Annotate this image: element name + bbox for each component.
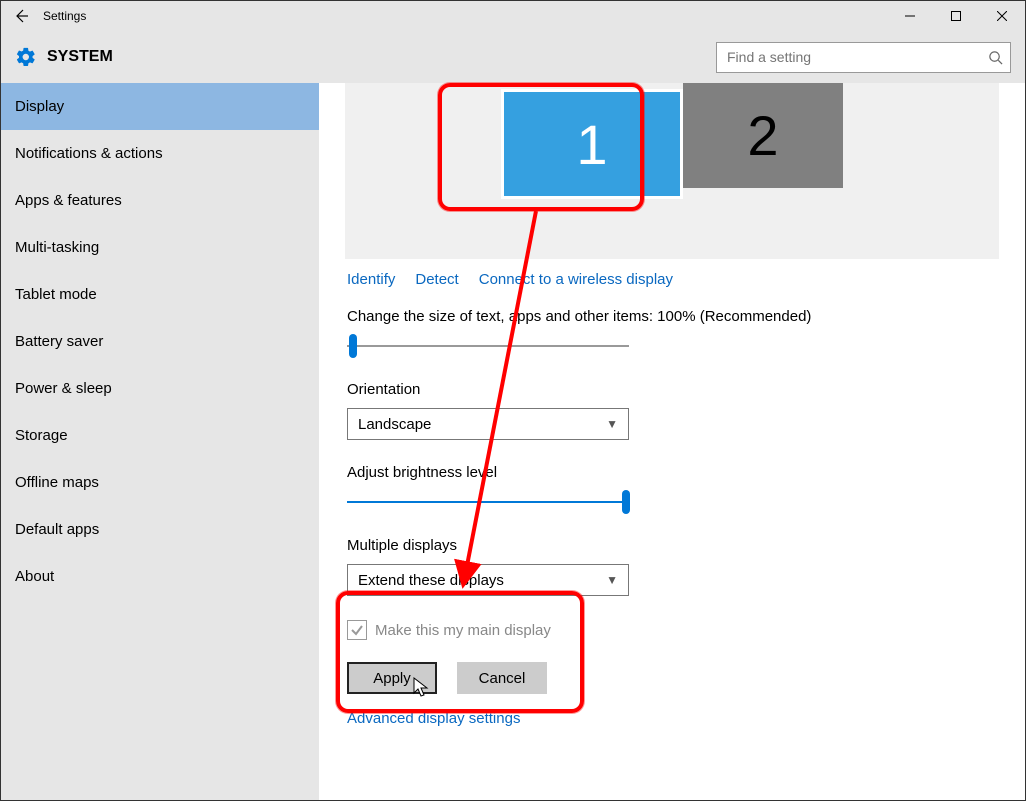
sidebar-item-apps[interactable]: Apps & features (1, 177, 319, 224)
sidebar-item-label: Display (15, 98, 64, 115)
multiple-displays-value: Extend these displays (358, 572, 504, 589)
close-button[interactable] (979, 1, 1025, 31)
sidebar-item-notifications[interactable]: Notifications & actions (1, 130, 319, 177)
sidebar-item-label: Multi-tasking (15, 239, 99, 256)
back-arrow-icon (13, 8, 29, 24)
chevron-down-icon: ▼ (606, 573, 618, 587)
gear-icon (15, 46, 37, 68)
content-scroll[interactable]: 1 2 Identify Detect Connect to a wireles… (319, 83, 1025, 800)
sidebar-item-defaultapps[interactable]: Default apps (1, 506, 319, 553)
sidebar-item-label: Apps & features (15, 192, 122, 209)
window-title: Settings (43, 9, 86, 23)
body: Display Notifications & actions Apps & f… (1, 83, 1025, 800)
sidebar-item-label: Storage (15, 427, 68, 444)
scale-slider-thumb[interactable] (349, 334, 357, 358)
sidebar-item-about[interactable]: About (1, 553, 319, 600)
display-links: Identify Detect Connect to a wireless di… (347, 271, 997, 288)
brightness-slider[interactable] (347, 491, 629, 513)
sidebar-item-label: Notifications & actions (15, 145, 163, 162)
monitor-1[interactable]: 1 (501, 89, 683, 199)
advanced-display-link[interactable]: Advanced display settings (347, 710, 997, 727)
chevron-down-icon: ▼ (606, 417, 618, 431)
header-bar: SYSTEM (1, 31, 1025, 83)
brightness-slider-thumb[interactable] (622, 490, 630, 514)
main-display-checkbox[interactable] (347, 620, 367, 640)
sidebar-item-battery[interactable]: Battery saver (1, 318, 319, 365)
main-display-label: Make this my main display (375, 622, 551, 639)
sidebar-item-multitasking[interactable]: Multi-tasking (1, 224, 319, 271)
scale-slider[interactable] (347, 335, 629, 357)
apply-button[interactable]: Apply (347, 662, 437, 694)
back-button[interactable] (7, 2, 35, 30)
multiple-displays-select[interactable]: Extend these displays ▼ (347, 564, 629, 596)
system-heading: SYSTEM (47, 48, 113, 66)
identify-link[interactable]: Identify (347, 271, 395, 288)
settings-window: Settings SYSTEM (0, 0, 1026, 801)
sidebar: Display Notifications & actions Apps & f… (1, 83, 319, 800)
main-display-row: Make this my main display (347, 620, 997, 640)
apply-cancel-row: Apply Cancel (347, 662, 997, 694)
orientation-select[interactable]: Landscape ▼ (347, 408, 629, 440)
titlebar: Settings (1, 1, 1025, 31)
detect-link[interactable]: Detect (415, 271, 458, 288)
search-box[interactable] (716, 42, 1011, 73)
sidebar-item-display[interactable]: Display (1, 83, 319, 130)
wireless-display-link[interactable]: Connect to a wireless display (479, 271, 673, 288)
orientation-value: Landscape (358, 416, 431, 433)
titlebar-left: Settings (7, 2, 86, 30)
close-icon (997, 11, 1007, 21)
search-input[interactable] (717, 49, 980, 65)
checkmark-icon (350, 623, 364, 637)
maximize-button[interactable] (933, 1, 979, 31)
multiple-displays-label: Multiple displays (347, 537, 997, 554)
maximize-icon (951, 11, 961, 21)
monitor-2-label: 2 (747, 103, 778, 168)
sidebar-item-offlinemaps[interactable]: Offline maps (1, 459, 319, 506)
sidebar-item-label: Battery saver (15, 333, 103, 350)
sidebar-item-power[interactable]: Power & sleep (1, 365, 319, 412)
sidebar-item-label: Offline maps (15, 474, 99, 491)
window-controls (887, 1, 1025, 31)
monitor-1-label: 1 (576, 112, 607, 177)
cancel-button[interactable]: Cancel (457, 662, 547, 694)
header-left: SYSTEM (15, 46, 113, 68)
display-arrangement[interactable]: 1 2 (345, 83, 999, 259)
orientation-label: Orientation (347, 381, 997, 398)
scale-label: Change the size of text, apps and other … (347, 308, 997, 325)
sidebar-item-label: Default apps (15, 521, 99, 538)
monitor-2[interactable]: 2 (683, 83, 843, 188)
sidebar-item-storage[interactable]: Storage (1, 412, 319, 459)
minimize-icon (905, 11, 915, 21)
search-icon (980, 50, 1010, 65)
sidebar-item-label: Tablet mode (15, 286, 97, 303)
minimize-button[interactable] (887, 1, 933, 31)
sidebar-item-label: About (15, 568, 54, 585)
brightness-label: Adjust brightness level (347, 464, 997, 481)
sidebar-item-label: Power & sleep (15, 380, 112, 397)
sidebar-item-tabletmode[interactable]: Tablet mode (1, 271, 319, 318)
content-area: 1 2 Identify Detect Connect to a wireles… (319, 83, 1025, 800)
